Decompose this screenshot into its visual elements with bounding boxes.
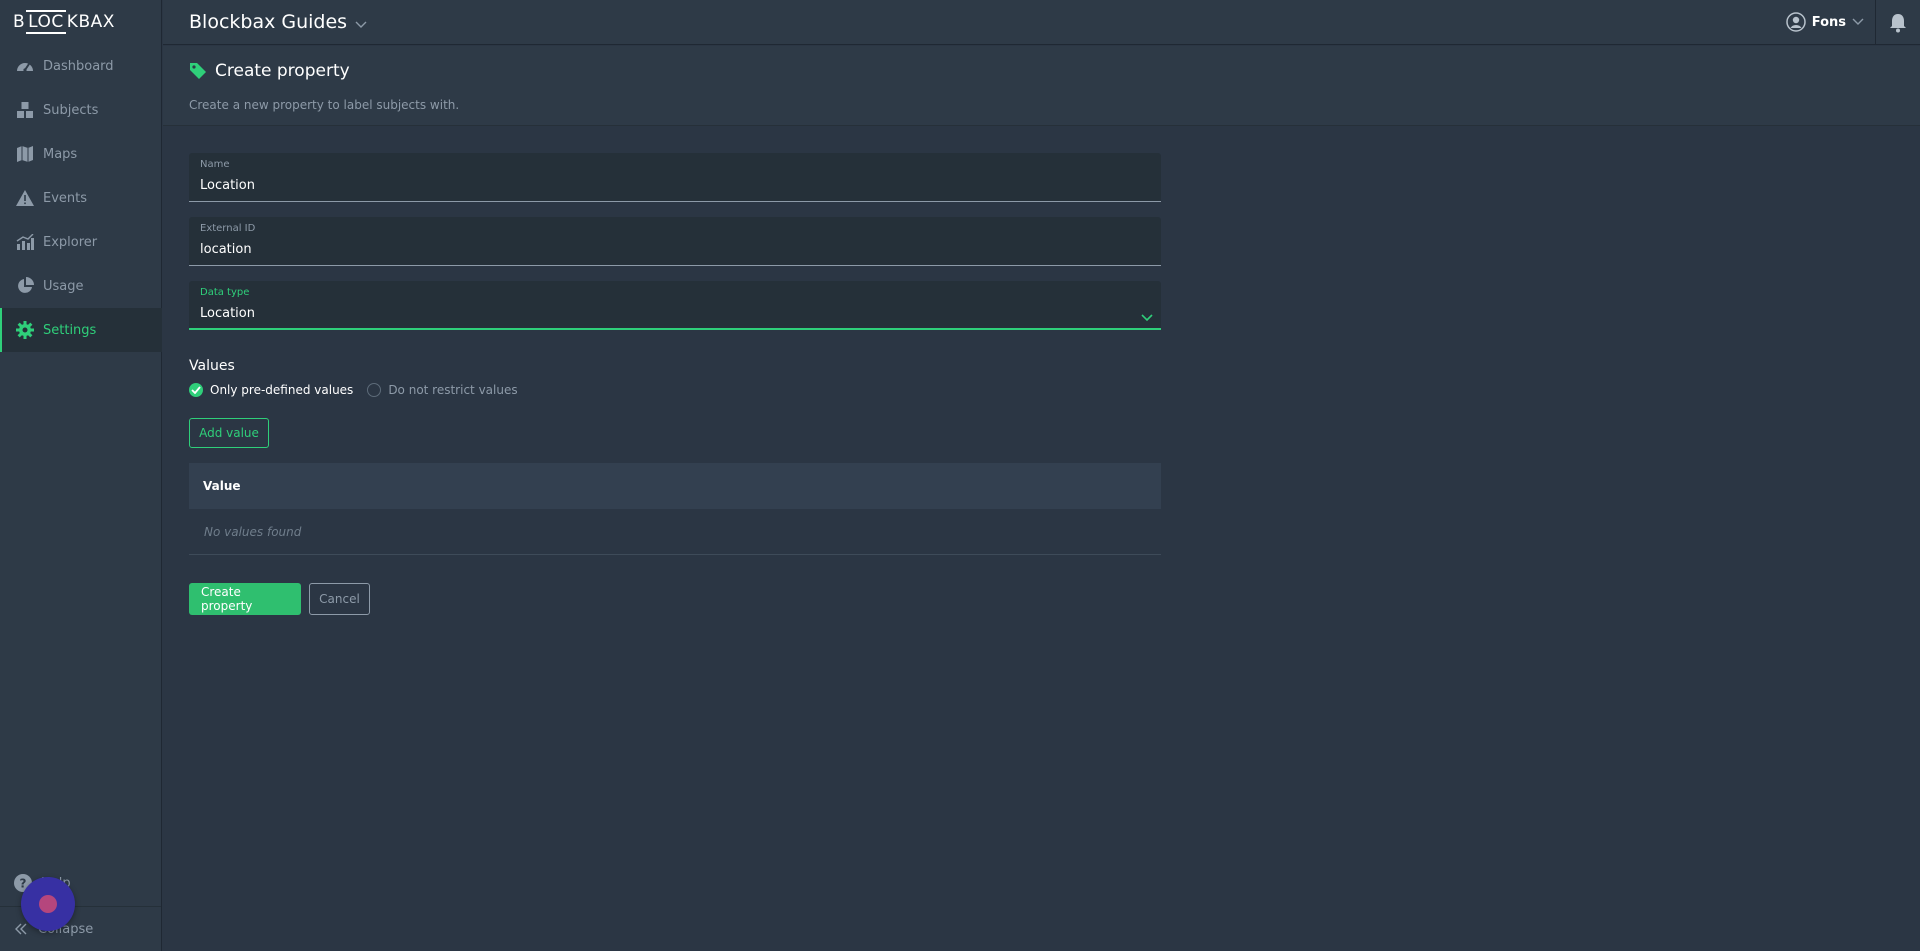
project-title: Blockbax Guides (189, 11, 348, 33)
bell-icon (1889, 13, 1907, 33)
cancel-button[interactable]: Cancel (309, 583, 370, 615)
sidebar-item-label: Explorer (43, 234, 98, 250)
sidebar-item-label: Events (43, 190, 88, 206)
name-field-label: Name (200, 159, 230, 170)
dashboard-icon (15, 56, 35, 76)
pie-icon (15, 276, 35, 296)
radio-only-predefined[interactable]: Only pre-defined values (189, 383, 353, 397)
page-title-text: Create property (215, 61, 350, 81)
sidebar-item-label: Settings (43, 322, 97, 338)
property-form: Name External ID Data type Location (189, 153, 1161, 345)
sidebar-item-usage[interactable]: Usage (0, 264, 162, 308)
external-id-field-label: External ID (200, 223, 256, 234)
gear-icon (15, 320, 35, 340)
sidebar-item-label: Maps (43, 146, 78, 162)
project-selector[interactable]: Blockbax Guides (189, 10, 367, 34)
external-id-field[interactable]: External ID (189, 217, 1161, 266)
sidebar-item-explorer[interactable]: Explorer (0, 220, 162, 264)
chevron-down-icon (1141, 307, 1153, 326)
sidebar-item-maps[interactable]: Maps (0, 132, 162, 176)
chevron-down-icon (1852, 15, 1864, 30)
chat-icon (39, 895, 57, 913)
notifications-button[interactable] (1875, 0, 1920, 45)
sidebar-item-label: Subjects (43, 102, 99, 118)
page-header: Create property Create a new property to… (163, 46, 1920, 126)
warning-icon (15, 188, 35, 208)
data-type-value: Location (200, 306, 255, 321)
user-name: Fons (1811, 14, 1846, 30)
radio-do-not-restrict[interactable]: Do not restrict values (367, 383, 518, 397)
radio-empty-icon (367, 383, 382, 397)
check-circle-icon (189, 383, 203, 397)
logo-text-bracket: LOC (26, 10, 66, 34)
add-value-button[interactable]: Add value (189, 418, 269, 448)
subjects-icon (15, 100, 35, 120)
name-input[interactable] (200, 178, 1140, 193)
sidebar-item-label: Dashboard (43, 58, 114, 74)
external-id-input[interactable] (200, 242, 1140, 257)
logo-text-end: KBAX (66, 12, 115, 32)
form-actions: Create property Cancel (189, 583, 370, 615)
page-subtitle: Create a new property to label subjects … (189, 98, 460, 112)
values-table-header: Value (189, 463, 1161, 509)
sidebar-item-label: Usage (43, 278, 84, 294)
values-section-title: Values (189, 358, 235, 374)
sidebar-item-dashboard[interactable]: Dashboard (0, 44, 162, 88)
user-avatar-icon (1785, 12, 1806, 32)
data-type-field-label: Data type (200, 287, 250, 298)
create-property-button[interactable]: Create property (189, 583, 301, 615)
topbar: Blockbax Guides Fons (163, 0, 1920, 45)
radio-label: Do not restrict values (388, 383, 518, 397)
data-type-select[interactable]: Data type Location (189, 281, 1161, 330)
sidebar-item-settings[interactable]: Settings (0, 308, 162, 352)
chevron-down-icon (355, 12, 367, 34)
values-table: Value No values found (189, 463, 1161, 555)
values-empty-state: No values found (189, 509, 1161, 555)
sidebar-item-subjects[interactable]: Subjects (0, 88, 162, 132)
chart-icon (15, 232, 35, 252)
sidebar-item-events[interactable]: Events (0, 176, 162, 220)
double-chevron-left-icon (14, 923, 28, 935)
user-menu[interactable]: Fons (1785, 12, 1864, 32)
page-title: Create property (189, 61, 350, 81)
chat-launcher-button[interactable] (21, 877, 75, 931)
logo-text-start: B (13, 12, 26, 32)
map-icon (15, 144, 35, 164)
tag-icon (189, 62, 207, 80)
sidebar-nav: Dashboard Subjects Maps Events Explorer (0, 44, 162, 352)
logo[interactable]: B LOC KBAX (13, 8, 115, 36)
sidebar: B LOC KBAX Dashboard Subjects Maps Events (0, 0, 162, 951)
radio-label: Only pre-defined values (210, 383, 354, 397)
name-field[interactable]: Name (189, 153, 1161, 202)
values-restriction-options: Only pre-defined values Do not restrict … (189, 383, 532, 397)
